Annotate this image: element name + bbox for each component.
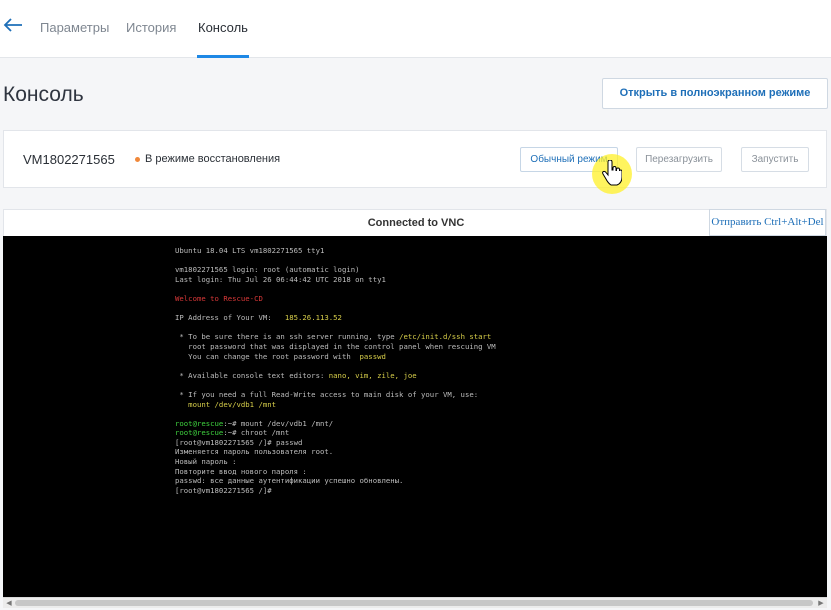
terminal-line: You can change the root password with	[175, 351, 360, 361]
terminal-output: Ubuntu 18.04 LTS vm1802271565 tty1 vm180…	[175, 246, 496, 495]
scrollbar-thumb[interactable]	[15, 600, 813, 606]
terminal-line: Повторите ввод нового пароля :	[175, 466, 307, 476]
terminal-line: vm1802271565 login: root (automatic logi…	[175, 265, 360, 275]
terminal-line: root password that was displayed in the …	[175, 341, 496, 351]
terminal-line: Welcome to Rescue-CD	[175, 293, 263, 303]
send-ctrl-alt-del-button[interactable]: Отправить Ctrl+Alt+Del	[709, 209, 826, 236]
vnc-status: Connected to VNC	[367, 217, 465, 229]
terminal-prompt: root@rescue	[175, 428, 224, 438]
vnc-toolbar: Connected to VNC Отправить Ctrl+Alt+Del	[3, 209, 827, 236]
vm-status: В режиме восстановления	[145, 153, 281, 165]
terminal-line: * Available console text editors:	[175, 370, 329, 380]
scroll-right-icon[interactable]: ▶	[816, 599, 826, 608]
terminal-line: :~# chroot /mnt	[223, 428, 290, 438]
vm-card: VM1802271565 В режиме восстановления Обы…	[3, 130, 827, 188]
reboot-button[interactable]: Перезагрузить	[636, 147, 722, 172]
terminal-line: * If you need a full Read-Write access t…	[175, 389, 479, 399]
page-title: Консоль	[3, 83, 84, 106]
terminal-line: Last login: Thu Jul 26 06:44:42 UTC 2018…	[175, 274, 386, 284]
open-fullscreen-button[interactable]: Открыть в полноэкранном режиме	[602, 78, 828, 109]
tab-parameters[interactable]: Параметры	[40, 20, 109, 58]
terminal-line: * To be sure there is an ssh server runn…	[175, 332, 400, 342]
terminal-line: Изменяется пароль пользователя root.	[175, 447, 334, 457]
terminal-line: IP Address of Your VM:	[175, 313, 272, 323]
terminal-command: mount /dev/vdb1 /mnt	[175, 399, 277, 409]
vnc-terminal[interactable]: Ubuntu 18.04 LTS vm1802271565 tty1 vm180…	[3, 236, 827, 597]
hand-pointer-icon	[602, 160, 622, 186]
tab-history[interactable]: История	[126, 20, 176, 58]
terminal-ip: 185.26.113.52	[284, 313, 342, 323]
terminal-line: :~# mount /dev/vdb1 /mnt/	[223, 418, 334, 428]
terminal-line: [root@vm1802271565 /]# passwd	[175, 437, 303, 447]
terminal-prompt: root@rescue	[175, 418, 224, 428]
start-button[interactable]: Запустить	[741, 147, 809, 172]
terminal-line: Ubuntu 18.04 LTS vm1802271565 tty1	[175, 246, 325, 255]
vm-name: VM1802271565	[23, 152, 115, 167]
terminal-line: [root@vm1802271565 /]#	[175, 485, 272, 495]
terminal-line: passwd: все данные аутентификации успешн…	[175, 476, 404, 486]
scroll-left-icon[interactable]: ◀	[4, 599, 14, 608]
tab-console[interactable]: Консоль	[197, 20, 249, 58]
terminal-line: Новый пароль :	[175, 457, 237, 467]
horizontal-scrollbar[interactable]: ◀ ▶	[3, 597, 827, 608]
terminal-command: nano, vim, zile, joe	[328, 370, 417, 380]
back-arrow-icon[interactable]	[3, 14, 25, 36]
terminal-command: passwd	[359, 351, 386, 361]
top-navigation: Параметры История Консоль	[0, 0, 831, 58]
terminal-command: /etc/init.d/ssh start	[399, 332, 492, 342]
status-dot-icon	[135, 157, 140, 162]
